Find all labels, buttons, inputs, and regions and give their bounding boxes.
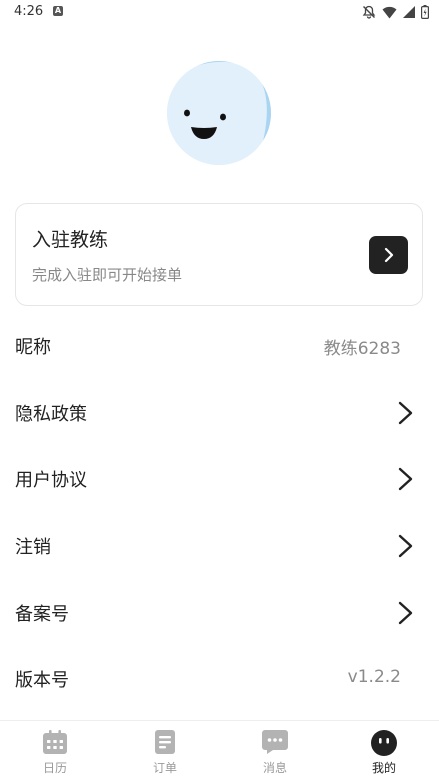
settings-row-label: 版本号	[15, 670, 69, 691]
settings-row-label: 隐私政策	[15, 404, 87, 425]
join-card-title: 入驻教练	[32, 229, 109, 251]
settings-row-privacy-policy[interactable]: 隐私政策	[0, 380, 439, 446]
settings-row-user-agreement[interactable]: 用户协议	[0, 446, 439, 512]
chevron-right-icon	[398, 601, 413, 625]
settings-row-label: 注销	[15, 537, 51, 558]
wifi-icon	[382, 6, 397, 18]
settings-row-filing-number[interactable]: 备案号	[0, 580, 439, 646]
settings-row-deactivate[interactable]: 注销	[0, 513, 439, 579]
nav-item-mine[interactable]: 我的	[329, 721, 439, 781]
settings-row-nickname[interactable]: 昵称 教练6283	[0, 313, 439, 379]
join-card-subtitle: 完成入驻即可开始接单	[32, 266, 183, 284]
settings-row-label: 备案号	[15, 604, 69, 625]
settings-row-label: 昵称	[15, 337, 51, 358]
avatar[interactable]	[167, 61, 271, 165]
nav-label-mine: 我的	[371, 761, 396, 775]
nav-item-calendar[interactable]: 日历	[0, 721, 110, 781]
version-value: v1.2.2	[347, 667, 401, 687]
a-badge-icon: A	[53, 6, 63, 16]
bottom-nav: 日历 订单 消息 我的	[0, 720, 439, 780]
nickname-value: 教练6283	[323, 339, 401, 359]
nav-label-calendar: 日历	[42, 761, 67, 775]
nav-item-orders[interactable]: 订单	[110, 721, 220, 781]
document-icon	[155, 730, 175, 754]
nav-item-messages[interactable]: 消息	[220, 721, 330, 781]
chevron-right-icon	[384, 247, 393, 263]
chevron-right-icon	[398, 467, 413, 491]
chevron-right-icon	[398, 534, 413, 558]
nav-label-messages: 消息	[262, 761, 287, 775]
smiley-avatar-icon	[167, 61, 271, 165]
settings-row-label: 用户协议	[15, 470, 87, 491]
status-icons	[362, 4, 429, 20]
join-arrow-button[interactable]	[369, 236, 408, 274]
join-coach-card[interactable]: 入驻教练 完成入驻即可开始接单	[15, 203, 423, 306]
calendar-icon	[43, 730, 67, 754]
bell-off-icon	[362, 5, 376, 19]
settings-row-version: 版本号 v1.2.2	[0, 646, 439, 712]
signal-icon	[403, 6, 415, 18]
chevron-right-icon	[398, 401, 413, 425]
status-time: 4:26	[14, 4, 44, 19]
status-bar: 4:26 A	[0, 0, 439, 24]
chat-bubble-icon	[262, 730, 288, 754]
battery-icon	[421, 5, 429, 19]
nav-label-orders: 订单	[152, 761, 177, 775]
smiley-face-icon	[371, 730, 397, 756]
